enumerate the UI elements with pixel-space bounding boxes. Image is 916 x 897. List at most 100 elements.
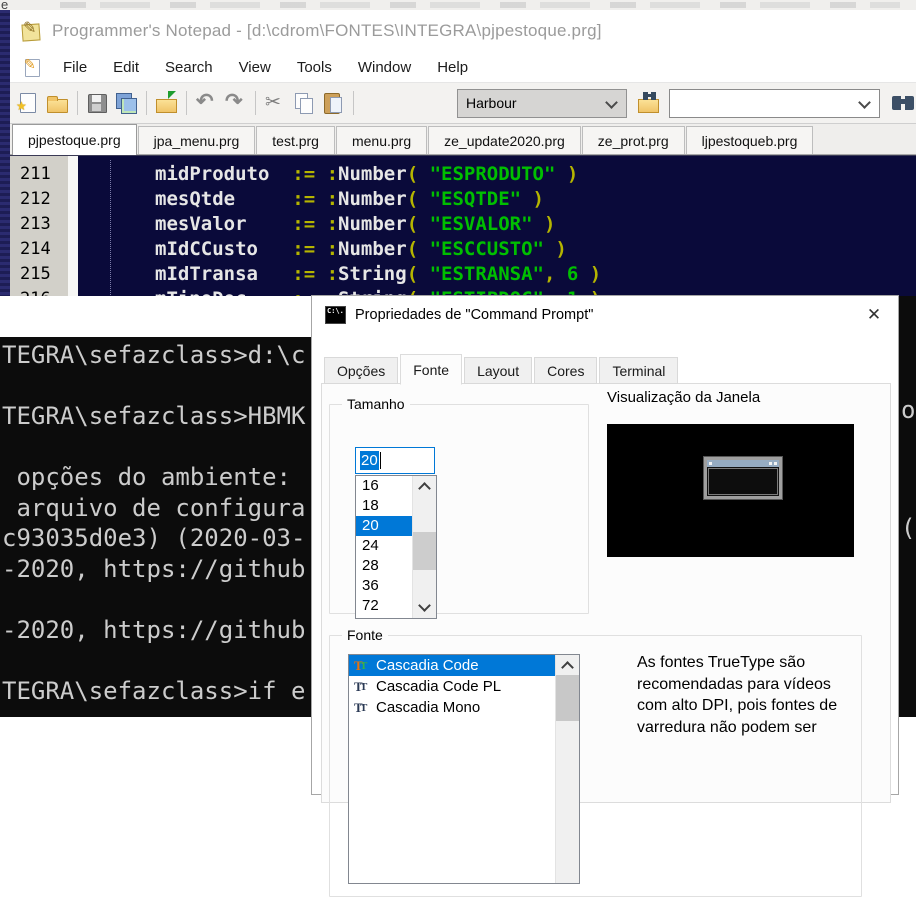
truetype-note-line: As fontes TrueType são: [637, 652, 873, 674]
scroll-up-icon[interactable]: [561, 661, 574, 674]
search-input[interactable]: [669, 89, 880, 118]
find-in-files-folder-icon[interactable]: [635, 90, 660, 117]
font-list-scrollbar[interactable]: [555, 655, 579, 883]
scroll-up-icon[interactable]: [418, 482, 431, 495]
scroll-down-icon[interactable]: [418, 599, 431, 612]
size-list-scrollbar[interactable]: [412, 476, 436, 618]
truetype-icon: TT: [353, 700, 373, 716]
code-token-op: ): [521, 188, 544, 210]
close-button[interactable]: ✕: [850, 296, 898, 334]
size-group-label: Tamanho: [342, 396, 410, 412]
code-token-str: "ESPRODUTO": [430, 163, 556, 185]
toolbar-separator: [146, 91, 147, 115]
code-token-op: := :: [292, 238, 338, 260]
tab-ze-prot-prg[interactable]: ze_prot.prg: [582, 126, 685, 154]
binoculars-icon[interactable]: [890, 90, 915, 117]
terminal-line: TEGRA\sefazclass>HBMK: [2, 401, 313, 432]
menu-item-help[interactable]: Help: [424, 56, 481, 79]
terminal-line: opções do ambiente:: [2, 462, 313, 493]
terminal-line: [2, 432, 313, 463]
scheme-select[interactable]: Harbour: [457, 89, 627, 118]
code-line: 211 midProduto := :Number( "ESPRODUTO" ): [10, 161, 916, 186]
size-input[interactable]: 20: [355, 447, 435, 474]
code-token-op: (: [407, 188, 430, 210]
menu-item-window[interactable]: Window: [345, 56, 424, 79]
notepad-app-icon: [20, 20, 42, 42]
terminal-line: TEGRA\sefazclass>d:\c: [2, 340, 313, 371]
save-icon[interactable]: [84, 90, 111, 117]
tab-jpa-menu-prg[interactable]: jpa_menu.prg: [138, 126, 256, 154]
code-token-op: (: [407, 238, 430, 260]
code-text: midProduto := :Number( "ESPRODUTO" ): [155, 163, 578, 185]
toolbar-separator: [255, 91, 256, 115]
dialog-tab-cores[interactable]: Cores: [534, 357, 597, 384]
paste-icon[interactable]: [320, 90, 347, 117]
dialog-tab-op-es[interactable]: Opções: [324, 357, 398, 384]
scrollbar-thumb[interactable]: [413, 532, 436, 570]
code-token-op: ): [555, 163, 578, 185]
menu-item-tools[interactable]: Tools: [284, 56, 345, 79]
menu-item-edit[interactable]: Edit: [100, 56, 152, 79]
size-option-20[interactable]: 20: [356, 516, 413, 536]
code-token-id: mIdTransa: [155, 263, 292, 285]
open-file-icon[interactable]: [44, 90, 71, 117]
cut-icon[interactable]: [262, 90, 289, 117]
terminal-line: c93035d0e3) (2020-03-: [2, 523, 313, 554]
notepad-window-title: Programmer's Notepad - [d:\cdrom\FONTES\…: [52, 21, 602, 41]
notepad-title-bar: Programmer's Notepad - [d:\cdrom\FONTES\…: [10, 10, 916, 52]
tab-ze-update2020-prg[interactable]: ze_update2020.prg: [428, 126, 581, 154]
open-project-icon[interactable]: [153, 90, 180, 117]
tab-pjpestoque-prg[interactable]: pjpestoque.prg: [12, 124, 137, 155]
dialog-tab-terminal[interactable]: Terminal: [599, 357, 678, 384]
tab-test-prg[interactable]: test.prg: [256, 126, 335, 154]
menu-item-search[interactable]: Search: [152, 56, 226, 79]
code-token-id: Number: [338, 163, 407, 185]
code-token-id: mesQtde: [155, 188, 292, 210]
truetype-note: As fontes TrueType sãorecomendadas para …: [637, 652, 873, 738]
terminal-line: -2020, https://github: [2, 615, 313, 646]
menu-item-view[interactable]: View: [226, 56, 284, 79]
code-token-op: ): [544, 238, 567, 260]
redo-icon[interactable]: [222, 90, 249, 117]
line-number: 211: [10, 164, 68, 184]
font-listbox: TTCascadia CodeTTCascadia Code PLTTCasca…: [348, 654, 580, 884]
code-text: mesValor := :Number( "ESVALOR" ): [155, 213, 555, 235]
dialog-tab-layout[interactable]: Layout: [464, 357, 532, 384]
scheme-select-value: Harbour: [458, 95, 517, 111]
size-input-value: 20: [360, 451, 379, 470]
preview-window-body: [708, 468, 778, 495]
dialog-tab-fonte[interactable]: Fonte: [400, 354, 462, 385]
code-line: 215mIdTransa := :String( "ESTRANSA", 6 ): [10, 261, 916, 286]
code-editor[interactable]: 211midProduto := :Number( "ESPRODUTO" )2…: [10, 155, 916, 299]
code-token-id: mIdCCusto: [155, 238, 292, 260]
font-option-cascadia-mono[interactable]: TTCascadia Mono: [349, 697, 579, 718]
tab-menu-prg[interactable]: menu.prg: [336, 126, 427, 154]
terminal-line: [2, 645, 313, 676]
command-prompt-window[interactable]: TEGRA\sefazclass>d:\c TEGRA\sefazclass>H…: [0, 296, 313, 717]
document-pencil-icon: [22, 57, 42, 77]
tab-ljpestoqueb-prg[interactable]: ljpestoqueb.prg: [686, 126, 814, 154]
truetype-note-line: varredura não podem ser: [637, 717, 873, 739]
line-number: 215: [10, 264, 68, 284]
font-option-cascadia-code-pl[interactable]: TTCascadia Code PL: [349, 676, 579, 697]
font-option-cascadia-code[interactable]: TTCascadia Code: [349, 655, 579, 676]
terminal-right-sliver: o: (: [898, 296, 916, 717]
dialog-tab-strip: OpçõesFonteLayoutCoresTerminal: [324, 354, 680, 384]
terminal-line: TEGRA\sefazclass>if e: [2, 676, 313, 707]
code-token-op: := :: [292, 213, 338, 235]
new-document-icon[interactable]: [15, 90, 42, 117]
menu-item-file[interactable]: File: [50, 56, 100, 79]
undo-icon[interactable]: [193, 90, 220, 117]
terminal-line: arquivo de configura: [2, 493, 313, 524]
truetype-icon: TT: [353, 679, 373, 695]
font-option-label: Cascadia Code PL: [376, 678, 501, 695]
code-text: mesQtde := :Number( "ESQTDE" ): [155, 188, 544, 210]
code-token-str: "ESTRANSA": [430, 263, 544, 285]
save-all-icon[interactable]: [113, 90, 140, 117]
scrollbar-thumb[interactable]: [556, 675, 579, 721]
command-prompt-properties-dialog: Propriedades de "Command Prompt" ✕ Opçõe…: [311, 295, 899, 795]
background-left-strip: [0, 10, 10, 296]
preview-window-titlebar: [707, 460, 779, 467]
copy-icon[interactable]: [291, 90, 318, 117]
code-token-num: 6: [567, 263, 578, 285]
